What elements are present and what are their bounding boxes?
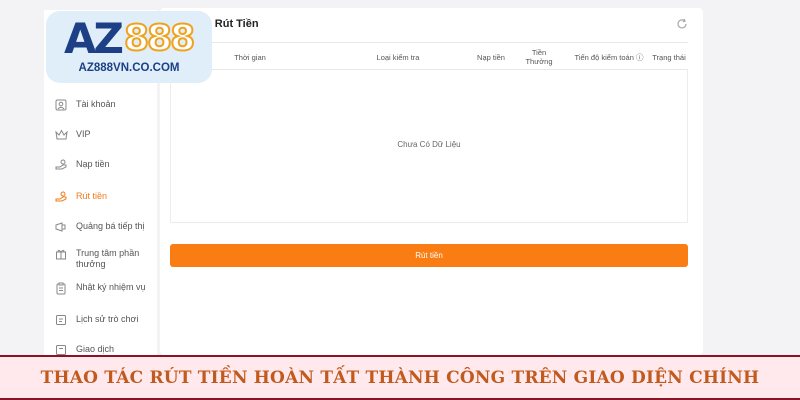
withdraw-icon (54, 190, 68, 204)
sidebar-item-account[interactable]: Tài khoản (44, 98, 157, 112)
sidebar-item-label: Lịch sử trò chơi (76, 314, 139, 324)
sidebar-item-label: Trung tâm phần thưởng (76, 248, 140, 269)
logo-text-888: 888 (123, 17, 196, 60)
sidebar-item-game-history[interactable]: Lịch sử trò chơi (44, 313, 157, 327)
sidebar-item-vip[interactable]: VIP (44, 128, 157, 142)
gift-icon (54, 247, 68, 261)
column-header-status: Trạng thái (652, 52, 686, 62)
caption-banner: THAO TÁC RÚT TIỀN HOÀN TẤT THÀNH CÔNG TR… (0, 355, 800, 400)
column-header-time: Thời gian (234, 52, 266, 62)
sidebar-item-label: Quảng bá tiếp thị (76, 221, 145, 231)
user-icon (54, 98, 68, 112)
column-header-check-type: Loại kiểm tra (376, 52, 420, 62)
column-header-bonus: Tiền Thưởng (525, 48, 553, 66)
vip-icon (54, 128, 68, 142)
clipboard-icon (54, 281, 68, 295)
withdraw-button[interactable]: Rút tiền (170, 244, 688, 267)
history-icon (54, 313, 68, 327)
sidebar-item-deposit[interactable]: Nạp tiền (44, 158, 157, 172)
table-body: Chưa Có Dữ Liệu (170, 70, 688, 223)
brand-logo: AZ 888 AZ888VN.CO.COM (46, 11, 212, 83)
empty-state-text: Chưa Có Dữ Liệu (397, 140, 461, 149)
column-header-deposit: Nạp tiền (477, 52, 505, 62)
refresh-icon[interactable] (676, 17, 688, 29)
sidebar-item-label: Tài khoản (76, 99, 116, 109)
table-header: Thời gian Loại kiểm tra Nạp tiền Tiền Th… (170, 42, 688, 70)
sidebar-item-promotion[interactable]: Quảng bá tiếp thị (44, 220, 157, 234)
page-canvas: Tài khoản VIP Nạp tiền Rút tiền Quảng bá… (0, 0, 800, 400)
sidebar-item-label: Rút tiền (76, 191, 108, 201)
column-header-audit-progress: Tiến độ kiểm toán ⓘ (574, 52, 644, 62)
sidebar-item-rewards[interactable]: Trung tâm phần thưởng (44, 247, 157, 270)
sidebar-item-label: Nạp tiền (76, 159, 110, 169)
promotion-icon (54, 220, 68, 234)
logo-text-az: AZ (64, 14, 124, 63)
sidebar-item-label: Giao dịch (76, 344, 115, 354)
deposit-icon (54, 158, 68, 172)
sidebar-item-missions[interactable]: Nhật ký nhiệm vụ (44, 281, 157, 295)
caption-text: THAO TÁC RÚT TIỀN HOÀN TẤT THÀNH CÔNG TR… (40, 367, 760, 388)
logo-url: AZ888VN.CO.COM (78, 62, 180, 74)
sidebar-item-label: Nhật ký nhiệm vụ (76, 282, 146, 292)
page-title: n Rút Tiền (205, 18, 259, 30)
sidebar-item-withdraw[interactable]: Rút tiền (44, 190, 157, 204)
sidebar-item-label: VIP (76, 129, 91, 139)
